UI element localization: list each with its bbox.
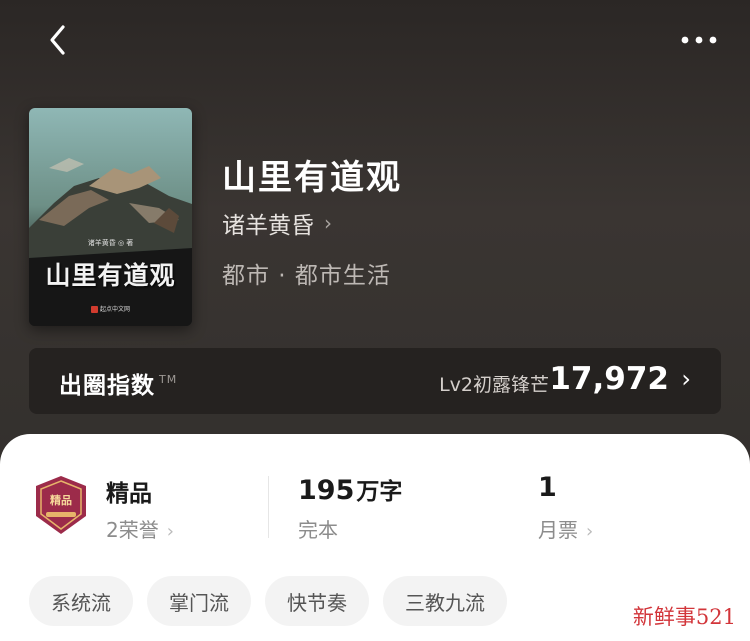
chevron-right-icon: › xyxy=(166,521,174,542)
tag-list: 系统流 掌门流 快节奏 三教九流 xyxy=(29,576,507,626)
monthly-tickets-link[interactable]: 月票 › xyxy=(538,514,593,543)
popularity-index-bar[interactable]: 出圈指数 TM Lv2初露锋芒 17,972 › xyxy=(29,348,721,414)
badge-text: 精品 xyxy=(50,493,72,507)
tag-item[interactable]: 三教九流 xyxy=(383,576,507,626)
back-button[interactable] xyxy=(40,22,76,58)
index-level: Lv2初露锋芒 xyxy=(439,374,549,396)
more-button[interactable] xyxy=(676,24,722,56)
book-header: 诸羊黄昏 ◎ 著 山里有道观 起点中文网 山里有道观 诸羊黄昏 › 都市 · 都… xyxy=(0,0,750,470)
monthly-tickets-value: 1 xyxy=(538,472,557,503)
word-count: 195万字 xyxy=(298,472,402,506)
tag-item[interactable]: 系统流 xyxy=(29,576,133,626)
author-link[interactable]: 诸羊黄昏 › xyxy=(222,206,332,240)
completion-status: 完本 xyxy=(298,518,338,542)
publisher-name: 起点中文网 xyxy=(99,306,130,313)
word-count-unit: 万字 xyxy=(356,479,403,505)
quality-badge-icon: 精品 xyxy=(36,476,86,534)
chevron-right-icon: › xyxy=(681,365,691,393)
cover-artwork xyxy=(29,108,192,326)
cover-title: 山里有道观 xyxy=(45,261,176,290)
book-info-sheet: 精品 精品 2荣誉 › 195万字 完本 1 月票 › 系统流 掌门流 快节奏 三教… xyxy=(0,434,750,641)
index-label: 出圈指数 TM xyxy=(59,366,177,400)
trademark-mark: TM xyxy=(159,373,178,386)
chevron-left-icon xyxy=(50,25,65,55)
book-title: 山里有道观 xyxy=(222,158,402,198)
index-label-text: 出圈指数 xyxy=(59,373,155,399)
publisher-logo-icon xyxy=(90,306,98,313)
tag-item[interactable]: 掌门流 xyxy=(147,576,251,626)
cover-author: 诸羊黄昏 ◎ 著 xyxy=(87,239,134,247)
stat-divider xyxy=(268,476,269,538)
genre-label: 都市 · 都市生活 xyxy=(222,263,391,289)
cover-publisher: 起点中文网 xyxy=(29,304,192,313)
author-name: 诸羊黄昏 xyxy=(222,213,314,239)
watermark: 新鲜事521 xyxy=(632,605,736,629)
index-value: 17,972 xyxy=(549,361,669,397)
quality-label: 精品 xyxy=(106,481,152,507)
more-dots-icon xyxy=(681,36,717,44)
word-count-value: 195 xyxy=(298,475,355,506)
monthly-tickets-label: 月票 xyxy=(538,518,578,542)
chevron-right-icon: › xyxy=(324,211,332,235)
honors-link[interactable]: 2荣誉 › xyxy=(106,514,174,543)
chevron-right-icon: › xyxy=(586,521,594,542)
book-cover[interactable]: 诸羊黄昏 ◎ 著 山里有道观 起点中文网 xyxy=(29,108,192,326)
tag-item[interactable]: 快节奏 xyxy=(265,576,369,626)
honors-count: 2荣誉 xyxy=(106,518,159,542)
